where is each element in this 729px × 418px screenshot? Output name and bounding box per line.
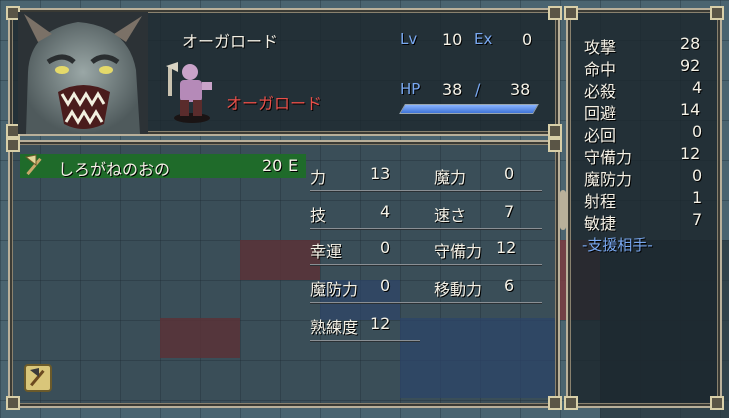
stat-label: 守備力 (434, 242, 483, 261)
unit-class: オーガロード (226, 94, 323, 113)
axe-icon (24, 154, 42, 176)
stat-label: 移動力 (434, 280, 483, 299)
stat-label: 魔防力 (310, 280, 359, 299)
weapon-equipped-mark: E (288, 156, 299, 175)
hp-separator: / (475, 80, 481, 99)
combat-value: 7 (692, 210, 703, 229)
unit-sprite (166, 62, 212, 123)
hp-max: 38 (510, 80, 531, 99)
stat-label: 幸運 (310, 242, 343, 261)
stats-panel: しろがねのおの 20 E 力 13 魔力 0 技 4 速さ 7 幸運 0 守備力… (6, 138, 562, 410)
hp-bar-track (399, 104, 539, 114)
weapon-uses: 20 (262, 156, 283, 175)
combat-label: 命中 (584, 60, 617, 79)
hp-bar-fill (400, 105, 538, 113)
combat-value: 1 (692, 188, 703, 207)
stat-divider (310, 228, 542, 230)
combat-label: 回避 (584, 104, 617, 123)
stat-value: 4 (380, 202, 391, 221)
stat-label: 魔力 (434, 168, 467, 187)
combat-panel: 攻撃 28 命中 92 必殺 4 回避 14 必回 0 守備力 12 魔防力 0… (560, 6, 724, 410)
combat-label: 必殺 (584, 82, 617, 101)
stat-value: 6 (504, 276, 515, 295)
stat-value: 0 (380, 238, 391, 257)
stat-divider (310, 190, 542, 192)
combat-value: 12 (680, 144, 701, 163)
combat-label: 射程 (584, 192, 617, 211)
hp-label: HP (400, 80, 421, 98)
combat-value: 28 (680, 34, 701, 53)
weapon-row[interactable]: しろがねのおの 20 E (20, 154, 306, 179)
stat-value: 0 (380, 276, 391, 295)
level-label: Lv (400, 30, 418, 48)
stat-label: 熟練度 (310, 318, 359, 337)
combat-value: 0 (692, 122, 703, 141)
stat-value: 0 (504, 164, 515, 183)
hp-current: 38 (442, 80, 463, 99)
stat-label: 速さ (434, 206, 467, 225)
unit-portrait (18, 12, 148, 134)
combat-value: 92 (680, 56, 701, 75)
combat-label: 魔防力 (584, 170, 633, 189)
weapon-name: しろがねのおの (58, 160, 171, 179)
stat-value: 13 (370, 164, 391, 183)
item-menu-button[interactable] (24, 364, 52, 392)
unit-name: オーガロード (182, 32, 279, 51)
stat-value: 7 (504, 202, 515, 221)
exp-value: 0 (522, 30, 533, 49)
combat-value: 4 (692, 78, 703, 97)
exp-label: Ex (474, 30, 493, 48)
axe-icon (30, 368, 45, 387)
level-value: 10 (442, 30, 463, 49)
stat-divider (310, 302, 542, 304)
stat-divider (310, 264, 542, 266)
support-partner-label: -支援相手- (582, 236, 653, 254)
combat-label: 必回 (584, 126, 617, 145)
combat-value: 0 (692, 166, 703, 185)
stat-value: 12 (496, 238, 517, 257)
unit-header-panel: オーガロード オーガロード Lv 10 Ex 0 HP 38 / 38 (6, 6, 562, 138)
stat-label: 技 (310, 206, 327, 225)
combat-label: 守備力 (584, 148, 633, 167)
combat-label: 攻撃 (584, 38, 617, 57)
stat-label: 力 (310, 168, 327, 187)
combat-value: 14 (680, 100, 701, 119)
combat-label: 敏捷 (584, 214, 617, 233)
stat-divider (310, 340, 420, 342)
stat-value: 12 (370, 314, 391, 333)
